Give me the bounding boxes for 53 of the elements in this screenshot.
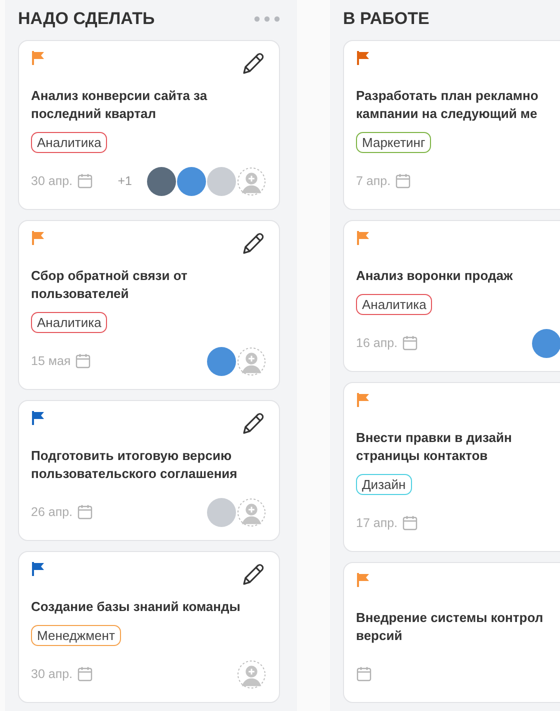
- tag-label: Дизайн: [356, 474, 412, 495]
- tag-label: Аналитика: [31, 132, 108, 153]
- task-title: Анализ конверсии сайта за последний квартал: [31, 87, 208, 123]
- task-title: Создание базы знаний команды: [31, 598, 240, 616]
- task-title: Подготовить итоговую версию пользовательского соглашения: [31, 447, 238, 483]
- add-assignee-icon[interactable]: [237, 660, 266, 688]
- task-title: Сбор обратной связи от пользователей: [31, 267, 188, 303]
- task-card[interactable]: Анализ конверсии сайта за последний квартал Аналитика 30 апр. +1: [18, 40, 280, 210]
- task-title: Анализ воронки продаж: [356, 267, 513, 285]
- add-assignee-icon[interactable]: [237, 498, 266, 526]
- task-title: Внедрение системы контрол версий: [356, 609, 544, 645]
- pencil-icon[interactable]: [240, 231, 266, 257]
- task-title: Внести правки в дизайн страницы контактов: [356, 429, 512, 465]
- calendar-icon[interactable]: [76, 666, 93, 682]
- avatar[interactable]: [177, 166, 206, 196]
- pencil-icon[interactable]: [240, 51, 266, 77]
- task-card[interactable]: Внести правки в дизайн страницы контактов Дизайн 17 апр.: [343, 382, 560, 552]
- calendar-icon[interactable]: [394, 173, 411, 189]
- task-card[interactable]: Сбор обратной связи от пользователей Аналитика 15 мая: [18, 220, 280, 390]
- pencil-icon[interactable]: [240, 411, 266, 437]
- task-card[interactable]: Создание базы знаний команды Менеджмент 30 апр.: [18, 551, 280, 703]
- avatar[interactable]: [147, 166, 176, 196]
- due-date: 15 мая: [31, 352, 71, 370]
- avatar[interactable]: [532, 328, 560, 358]
- task-title: Разработать план рекламно кампании на следующий ме: [356, 87, 538, 123]
- tag-label: Маркетинг: [356, 132, 432, 153]
- due-date: 26 апр.: [31, 504, 73, 521]
- task-card[interactable]: Подготовить итоговую версию пользовательского соглашения 26 апр.: [18, 400, 280, 541]
- due-date: 17 апр.: [356, 514, 398, 532]
- due-date: 16 апр.: [356, 334, 398, 352]
- calendar-icon[interactable]: [356, 666, 372, 682]
- task-card[interactable]: Разработать план рекламно кампании на следующий ме Маркетинг 7 апр.: [343, 40, 560, 210]
- more-count: +1: [118, 172, 132, 190]
- avatar[interactable]: [207, 346, 236, 376]
- calendar-icon[interactable]: [74, 353, 91, 369]
- add-assignee-icon[interactable]: [237, 346, 266, 376]
- tag-label: Менеджмент: [31, 625, 121, 646]
- calendar-icon[interactable]: [402, 335, 418, 351]
- tag-label: Аналитика: [31, 312, 108, 333]
- add-assignee-icon[interactable]: [237, 166, 266, 196]
- column-title: НАДО СДЕЛАТЬ: [18, 8, 155, 30]
- more-icon[interactable]: [254, 16, 280, 22]
- tag-label: Аналитика: [356, 294, 432, 315]
- pencil-icon[interactable]: [240, 562, 266, 588]
- due-date: 7 апр.: [356, 172, 391, 190]
- column-title: В РАБОТЕ: [343, 8, 430, 30]
- due-date: 30 апр.: [31, 666, 73, 683]
- calendar-icon[interactable]: [402, 515, 418, 531]
- calendar-icon[interactable]: [76, 504, 93, 520]
- task-card[interactable]: Анализ воронки продаж Аналитика 16 апр.: [343, 220, 560, 372]
- calendar-icon[interactable]: [76, 173, 93, 189]
- due-date: 30 апр.: [31, 172, 73, 190]
- task-card[interactable]: Внедрение системы контрол версий: [343, 562, 560, 703]
